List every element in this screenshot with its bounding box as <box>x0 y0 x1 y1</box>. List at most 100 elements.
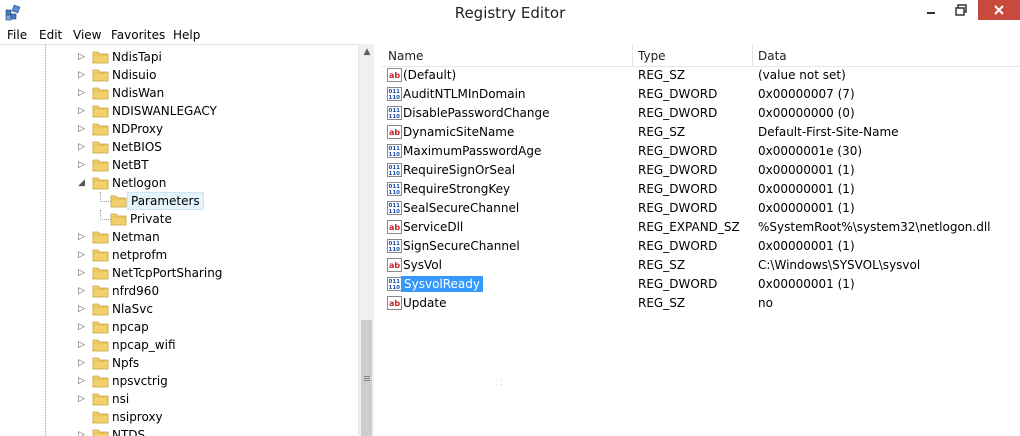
tree-item[interactable]: nsiproxy <box>0 408 358 426</box>
tree-expander-icon[interactable]: ▷ <box>78 51 88 63</box>
menu-view[interactable]: View <box>73 28 101 42</box>
tree-item-label[interactable]: NetBT <box>112 158 149 172</box>
tree-expander-icon[interactable]: ▷ <box>78 141 88 153</box>
tree-item[interactable]: ▷ netprofm <box>0 246 358 264</box>
tree-item-label[interactable]: NlaSvc <box>112 302 153 316</box>
tree-expander-icon[interactable]: ◢ <box>78 177 88 189</box>
tree-expander-icon[interactable]: ▷ <box>78 375 88 387</box>
folder-icon <box>92 50 109 64</box>
registry-value-row[interactable]: 011 110 SealSecureChannel REG_DWORD 0x000000… <box>382 199 1020 218</box>
tree-item[interactable]: Private <box>0 210 358 228</box>
registry-value-row[interactable]: 011 110 SysvolReady REG_DWORD 0x00000001 (1) <box>382 275 1020 294</box>
tree-vertical-scrollbar[interactable]: ▲ <box>358 44 375 436</box>
tree-item[interactable]: ▷ NDISWANLEGACY <box>0 102 358 120</box>
registry-value-row[interactable]: ab (Default) REG_SZ (value not set) <box>382 66 1020 85</box>
folder-icon <box>92 302 109 316</box>
tree-expander-icon[interactable]: ▷ <box>78 231 88 243</box>
menu-favorites[interactable]: Favorites <box>111 28 165 42</box>
tree-item[interactable]: ◢ Netlogon <box>0 174 358 192</box>
tree-item[interactable]: ▷ NdisWan <box>0 84 358 102</box>
column-header-name[interactable]: Name <box>388 49 423 63</box>
menu-file[interactable]: File <box>7 28 27 42</box>
tree-item[interactable]: ▷ nsi <box>0 390 358 408</box>
scroll-up-arrow-icon[interactable]: ▲ <box>359 44 375 60</box>
tree-expander-icon[interactable]: ▷ <box>78 123 88 135</box>
tree-expander-icon[interactable]: ▷ <box>78 87 88 99</box>
registry-value-row[interactable]: ab Update REG_SZ no <box>382 294 1020 313</box>
tree-item-label[interactable]: NdisWan <box>112 86 164 100</box>
tree-expander-icon[interactable]: ▷ <box>78 357 88 369</box>
svg-text:110: 110 <box>389 247 401 253</box>
registry-value-row[interactable]: 011 110 DisablePasswordChange REG_DWORD 0x00… <box>382 104 1020 123</box>
registry-value-row[interactable]: ab DynamicSiteName REG_SZ Default-First-Sit… <box>382 123 1020 142</box>
values-list-pane[interactable]: Name Type Data ab (Default) REG_SZ (value n… <box>382 44 1020 435</box>
tree-expander-icon[interactable]: ▷ <box>78 249 88 261</box>
registry-value-row[interactable]: ab SysVol REG_SZ C:\Windows\SYSVOL\sysvol <box>382 256 1020 275</box>
tree-item[interactable]: ▷ Ndisuio <box>0 66 358 84</box>
value-type: REG_DWORD <box>638 163 718 177</box>
menu-help[interactable]: Help <box>173 28 200 42</box>
value-type: REG_SZ <box>638 125 686 139</box>
tree-item-label[interactable]: nsiproxy <box>112 410 163 424</box>
column-divider[interactable] <box>632 44 633 66</box>
tree-item-label[interactable]: NDISWANLEGACY <box>112 104 217 118</box>
tree-item-label[interactable]: nfrd960 <box>112 284 159 298</box>
tree-item-label[interactable]: NetTcpPortSharing <box>112 266 222 280</box>
column-header-data[interactable]: Data <box>758 49 787 63</box>
tree-item[interactable]: ▷ nfrd960 <box>0 282 358 300</box>
tree-item[interactable]: ▷ NetTcpPortSharing <box>0 264 358 282</box>
column-header-type[interactable]: Type <box>638 49 666 63</box>
tree-expander-icon[interactable]: ▷ <box>78 321 88 333</box>
registry-value-row[interactable]: ab ServiceDll REG_EXPAND_SZ %SystemRoot%\sy… <box>382 218 1020 237</box>
tree-item-label[interactable]: Netlogon <box>112 176 166 190</box>
registry-value-row[interactable]: 011 110 RequireStrongKey REG_DWORD 0x0000000… <box>382 180 1020 199</box>
tree-item-label[interactable]: Netman <box>112 230 160 244</box>
registry-value-row[interactable]: 011 110 SignSecureChannel REG_DWORD 0x000000… <box>382 237 1020 256</box>
tree-item-label[interactable]: npcap_wifi <box>112 338 176 352</box>
restore-button[interactable] <box>944 0 978 20</box>
value-name: DisablePasswordChange <box>403 106 550 120</box>
tree-item-label[interactable]: Private <box>130 212 172 226</box>
tree-item[interactable]: ▷ npsvctrig <box>0 372 358 390</box>
tree-expander-icon[interactable]: ▷ <box>78 159 88 171</box>
tree-expander-icon[interactable]: ▷ <box>78 69 88 81</box>
folder-icon <box>92 266 109 280</box>
tree-item-label[interactable]: npcap <box>112 320 149 334</box>
tree-item-label[interactable]: NDProxy <box>112 122 163 136</box>
key-tree-pane[interactable]: ▷ NdisTapi ▷ Ndisuio ▷ NdisWan ▷ NDISWANLEGACY ▷… <box>0 44 358 436</box>
scrollbar-thumb[interactable] <box>361 320 372 436</box>
tree-item[interactable]: ▷ npcap <box>0 318 358 336</box>
menu-edit[interactable]: Edit <box>39 28 62 42</box>
registry-value-row[interactable]: 011 110 MaximumPasswordAge REG_DWORD 0x00000… <box>382 142 1020 161</box>
column-divider[interactable] <box>752 44 753 66</box>
tree-expander-icon[interactable]: ▷ <box>78 105 88 117</box>
tree-expander-icon[interactable]: ▷ <box>78 267 88 279</box>
close-button[interactable] <box>978 0 1020 20</box>
registry-value-row[interactable]: 011 110 RequireSignOrSeal REG_DWORD 0x000000… <box>382 161 1020 180</box>
tree-item-label[interactable]: NetBIOS <box>112 140 162 154</box>
tree-expander-icon[interactable]: ▷ <box>78 393 88 405</box>
tree-item-label[interactable]: Ndisuio <box>112 68 156 82</box>
tree-expander-icon[interactable]: ▷ <box>78 339 88 351</box>
tree-item-label[interactable]: netprofm <box>112 248 167 262</box>
tree-item-label[interactable]: Parameters <box>127 192 204 210</box>
tree-expander-icon[interactable]: ▷ <box>78 285 88 297</box>
tree-item[interactable]: ▷ npcap_wifi <box>0 336 358 354</box>
tree-item-label[interactable]: nsi <box>112 392 129 406</box>
tree-expander-icon[interactable]: ▷ <box>78 303 88 315</box>
tree-item-label[interactable]: Npfs <box>112 356 139 370</box>
tree-item[interactable]: ▷ NetBT <box>0 156 358 174</box>
tree-item[interactable]: Parameters <box>0 192 358 210</box>
tree-item[interactable]: ▷ NlaSvc <box>0 300 358 318</box>
value-type: REG_SZ <box>638 296 686 310</box>
registry-value-row[interactable]: 011 110 AuditNTLMInDomain REG_DWORD 0x000000… <box>382 85 1020 104</box>
minimize-button[interactable] <box>918 0 944 20</box>
tree-item[interactable]: ▷ NDProxy <box>0 120 358 138</box>
tree-item[interactable]: ▷ NetBIOS <box>0 138 358 156</box>
string-value-icon: ab <box>387 220 402 234</box>
tree-item-label[interactable]: NdisTapi <box>112 50 162 64</box>
tree-item-label[interactable]: npsvctrig <box>112 374 168 388</box>
tree-item[interactable]: ▷ Netman <box>0 228 358 246</box>
tree-item[interactable]: ▷ NdisTapi <box>0 48 358 66</box>
tree-item[interactable]: ▷ Npfs <box>0 354 358 372</box>
